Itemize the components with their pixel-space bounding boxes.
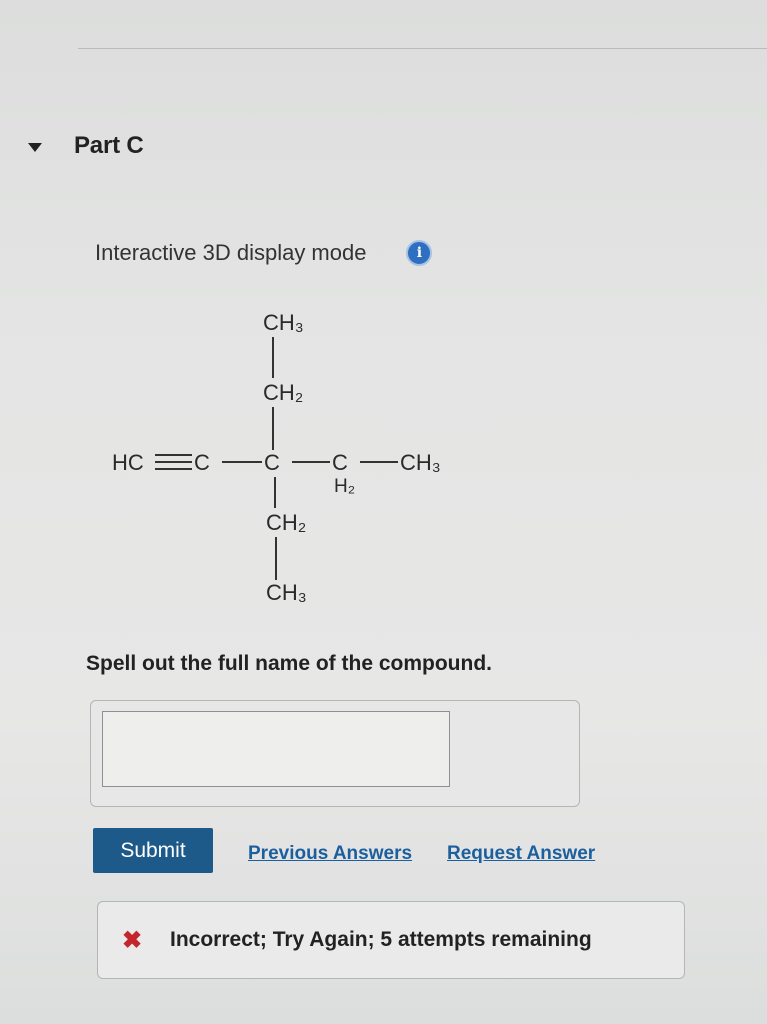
previous-answers-link[interactable]: Previous Answers [248,843,412,865]
atom-bottom-ch2: CH₂ [266,510,306,535]
feedback-panel: ✖ Incorrect; Try Again; 5 attempts remai… [97,901,685,979]
atom-bottom-ch3: CH₃ [266,580,307,605]
atom-end-ch3: CH₃ [400,450,441,475]
submit-button[interactable]: Submit [93,828,213,873]
atom-top-ch2: CH₂ [263,380,303,405]
atom-c3-h2: H₂ [334,476,355,497]
bond-triple [155,454,192,470]
x-icon: ✖ [122,926,143,954]
atom-c2: C [264,450,280,475]
atom-top-ch3: CH₃ [263,310,304,335]
atom-top-ch3-c: CH₃ [263,310,304,335]
request-answer-link[interactable]: Request Answer [447,843,595,865]
atom-c1: C [194,450,210,475]
answer-input[interactable] [102,711,450,787]
question-prompt: Spell out the full name of the compound. [86,652,492,675]
atom-hc: HC [112,450,144,475]
feedback-text: Incorrect; Try Again; 5 attempts remaini… [170,928,592,951]
molecule-structure: CH₃ CH₂ HC C C C H₂ CH₃ CH₂ CH₃ [112,310,441,605]
atom-c3: C [332,450,348,475]
